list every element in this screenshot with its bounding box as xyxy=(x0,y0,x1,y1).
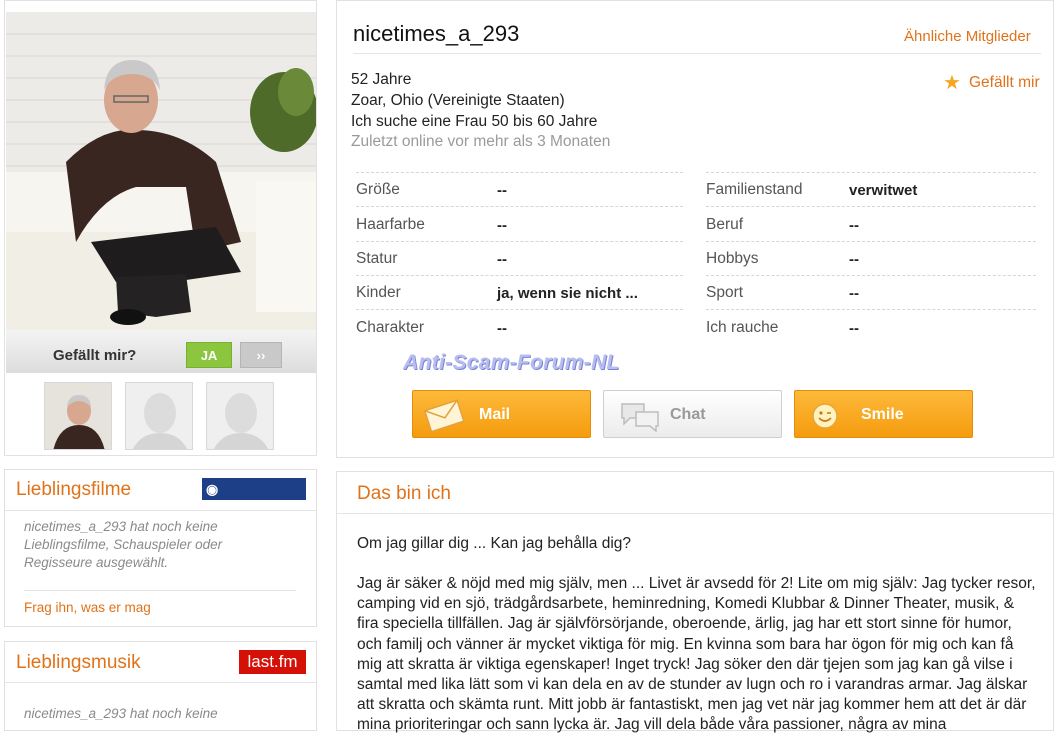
about-me-text: Jag är säker & nöjd med mig själv, men .… xyxy=(357,575,1036,734)
divider xyxy=(337,513,1053,514)
smile-button-label: Smile xyxy=(861,406,904,423)
attr-value: -- xyxy=(849,251,859,268)
attr-label: Charakter xyxy=(356,319,425,336)
favorite-link[interactable]: Gefällt mir xyxy=(969,74,1040,92)
chat-bubbles-icon xyxy=(621,403,659,432)
row-separator xyxy=(356,309,683,310)
favorite-movies-title: Lieblingsfilme xyxy=(16,479,132,500)
row-separator xyxy=(706,241,1036,242)
row-separator xyxy=(356,241,683,242)
attr-label: Kinder xyxy=(356,284,401,301)
favorite-music-empty-text: nicetimes_a_293 hat noch keine xyxy=(24,706,218,721)
divider xyxy=(353,53,1041,54)
row-separator xyxy=(356,275,683,276)
attr-value: ja, wenn sie nicht ... xyxy=(497,285,638,302)
favorite-music-box: Lieblingsmusik last.fm nicetimes_a_293 h… xyxy=(4,641,317,731)
favorite-movies-empty-text: nicetimes_a_293 hat noch keine Lieblings… xyxy=(24,519,223,570)
chat-button-label: Chat xyxy=(670,406,706,423)
ask-what-he-likes-link[interactable]: Frag ihn, was er mag xyxy=(24,600,151,615)
smile-button[interactable]: Smile xyxy=(794,390,973,438)
profile-photo[interactable] xyxy=(6,12,316,330)
avatar-placeholder-icon xyxy=(207,383,273,449)
attr-value: -- xyxy=(849,320,859,337)
divider xyxy=(5,682,316,683)
profile-age: 52 Jahre xyxy=(351,71,412,88)
profile-location: Zoar, Ohio (Vereinigte Staaten) xyxy=(351,92,565,109)
row-separator xyxy=(706,275,1036,276)
like-next-button[interactable]: ›› xyxy=(240,342,282,368)
filmstarts-logo[interactable]: ◉ FILMSTARTS xyxy=(202,478,306,519)
envelope-icon xyxy=(423,399,465,433)
favorite-movies-box: Lieblingsfilme ◉ FILMSTARTS nicetimes_a_… xyxy=(4,469,317,627)
star-icon[interactable]: ★ xyxy=(943,70,961,95)
mail-button-label: Mail xyxy=(479,406,511,423)
profile-photo-image xyxy=(6,12,316,330)
thumbnail-image xyxy=(45,383,111,449)
attr-label: Haarfarbe xyxy=(356,216,425,233)
about-me-title: Das bin ich xyxy=(357,483,451,504)
profile-info-card: nicetimes_a_293 Ähnliche Mitglieder 52 J… xyxy=(336,0,1054,458)
attr-label: Beruf xyxy=(706,216,744,233)
mail-button[interactable]: Mail xyxy=(412,390,591,438)
row-separator xyxy=(706,206,1036,207)
attr-label: Hobbys xyxy=(706,250,759,267)
profile-seeking: Ich suche eine Frau 50 bis 60 Jahre xyxy=(351,113,598,130)
attribute-table-left: Größe -- Haarfarbe -- Statur -- Kinder j… xyxy=(356,172,683,342)
attr-value: -- xyxy=(849,217,859,234)
like-yes-button[interactable]: JA xyxy=(186,342,232,368)
attr-value: -- xyxy=(849,285,859,302)
about-me-question: Om jag gillar dig ... Kan jag behålla di… xyxy=(357,535,631,552)
attr-value: -- xyxy=(497,320,507,337)
photo-thumbnail-placeholder[interactable] xyxy=(125,382,193,450)
attribute-table-right: Familienstand verwitwet Beruf -- Hobbys … xyxy=(706,172,1036,342)
divider xyxy=(24,590,296,591)
lastfm-logo[interactable]: last.fm xyxy=(239,650,306,674)
profile-photo-card: Gefällt mir? JA ›› xyxy=(4,0,317,456)
attr-label: Familienstand xyxy=(706,181,803,198)
profile-last-online: Zuletzt online vor mehr als 3 Monaten xyxy=(351,133,611,150)
row-separator xyxy=(706,172,1036,173)
attr-value: verwitwet xyxy=(849,182,918,199)
photo-thumbnail-placeholder[interactable] xyxy=(206,382,274,450)
avatar-placeholder-icon xyxy=(126,383,192,449)
profile-username: nicetimes_a_293 xyxy=(353,21,520,46)
attr-label: Sport xyxy=(706,284,744,301)
smiley-wink-icon xyxy=(812,403,838,429)
similar-members-link[interactable]: Ähnliche Mitglieder xyxy=(904,28,1031,45)
chat-button[interactable]: Chat xyxy=(603,390,782,438)
photo-thumbnail[interactable] xyxy=(44,382,112,450)
favorite-music-title: Lieblingsmusik xyxy=(16,652,141,673)
attr-value: -- xyxy=(497,182,507,199)
attr-value: -- xyxy=(497,251,507,268)
about-me-card: Das bin ich Om jag gillar dig ... Kan ja… xyxy=(336,471,1054,733)
attr-label: Größe xyxy=(356,181,400,198)
attr-value: -- xyxy=(497,217,507,234)
attr-label: Ich rauche xyxy=(706,319,779,336)
row-separator xyxy=(706,309,1036,310)
divider xyxy=(5,510,316,511)
attr-label: Statur xyxy=(356,250,398,267)
row-separator xyxy=(356,172,683,173)
like-bar: Gefällt mir? JA ›› xyxy=(6,330,316,373)
like-question: Gefällt mir? xyxy=(53,347,137,364)
filmstarts-logo-text: FILMSTARTS xyxy=(206,503,291,519)
watermark-text: Anti-Scam-Forum-NL xyxy=(403,351,620,374)
row-separator xyxy=(356,206,683,207)
